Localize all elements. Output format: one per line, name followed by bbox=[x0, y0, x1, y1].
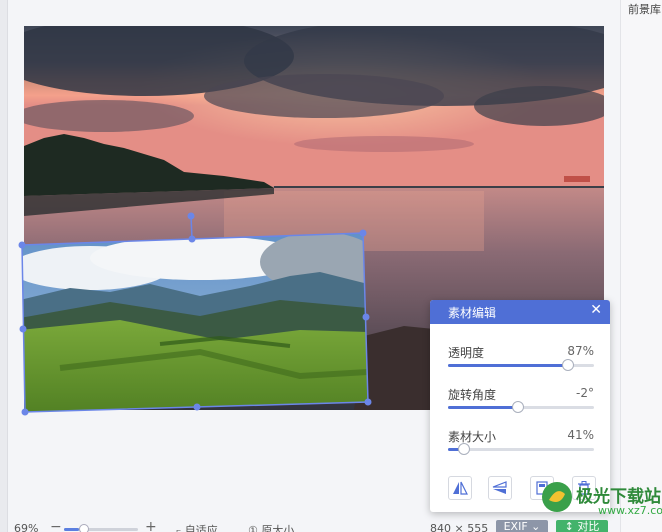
zoom-in-button[interactable]: + bbox=[145, 519, 157, 532]
foreground-library-panel[interactable]: 前景库 bbox=[620, 0, 662, 532]
flip-horizontal-button[interactable] bbox=[448, 476, 472, 500]
zoom-slider[interactable] bbox=[64, 524, 138, 532]
image-dimensions: 840 × 555 bbox=[430, 522, 489, 532]
close-icon[interactable]: ✕ bbox=[590, 302, 602, 318]
flip-vertical-button[interactable] bbox=[488, 476, 512, 500]
rotation-label: 旋转角度 bbox=[448, 388, 497, 402]
size-value: 41% bbox=[567, 428, 594, 442]
flip-vertical-icon bbox=[492, 481, 507, 494]
compare-button[interactable]: ↕ 对比 bbox=[556, 520, 608, 532]
opacity-slider[interactable] bbox=[448, 359, 594, 371]
zoom-slider-knob[interactable] bbox=[78, 524, 89, 532]
rotation-value: -2° bbox=[576, 386, 594, 400]
exif-button[interactable]: EXIF ⌄ bbox=[496, 520, 548, 532]
foreground-library-label[interactable]: 前景库 bbox=[628, 1, 661, 17]
size-slider-knob[interactable] bbox=[458, 443, 471, 455]
opacity-label: 透明度 bbox=[448, 346, 485, 360]
opacity-slider-knob[interactable] bbox=[561, 359, 574, 371]
zoom-out-button[interactable]: − bbox=[50, 519, 62, 532]
watermark-url: www.xz7.com bbox=[598, 504, 662, 517]
flip-horizontal-icon bbox=[453, 481, 468, 495]
size-slider[interactable] bbox=[448, 443, 594, 455]
zoom-percent: 69% bbox=[14, 522, 39, 532]
left-sidebar-strip bbox=[0, 0, 8, 532]
panel-title: 素材编辑 bbox=[448, 306, 497, 320]
panel-header: 素材编辑 ✕ bbox=[430, 300, 610, 324]
site-watermark: 极光下载站 www.xz7.com bbox=[538, 478, 662, 518]
fit-to-window-button[interactable]: ⟔ 自适应 bbox=[176, 522, 218, 532]
opacity-value: 87% bbox=[567, 344, 594, 358]
size-label: 素材大小 bbox=[448, 430, 497, 444]
watermark-logo-icon bbox=[542, 482, 572, 512]
rotation-slider[interactable] bbox=[448, 401, 594, 413]
bottom-toolbar: 69% − + ⟔ 自适应 ① 原大小 840 × 555 EXIF ⌄ ↕ 对… bbox=[0, 518, 662, 532]
original-size-button[interactable]: ① 原大小 bbox=[248, 522, 294, 532]
rotation-slider-knob[interactable] bbox=[512, 401, 525, 413]
